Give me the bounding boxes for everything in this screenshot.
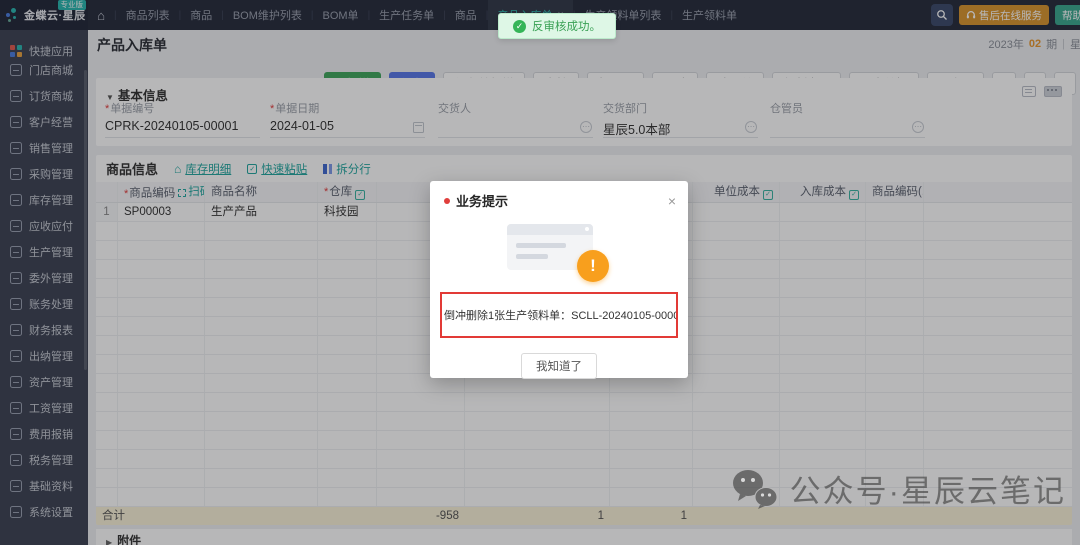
close-icon[interactable]: ×	[668, 194, 676, 208]
watermark: 公众号·星辰云笔记	[730, 466, 1066, 511]
acknowledge-button[interactable]: 我知道了	[521, 353, 597, 379]
red-dot-icon	[444, 198, 450, 204]
warning-exclamation-icon: !	[577, 250, 609, 282]
watermark-text: 公众号·星辰云笔记	[790, 466, 1066, 511]
success-check-icon: ✓	[513, 20, 526, 33]
success-toast: ✓ 反审核成功。	[498, 13, 616, 39]
wechat-icon	[730, 468, 780, 510]
dialog-title: 业务提示	[456, 191, 662, 210]
app-window: 金蝶云·星辰 专业版 ⌂ | 商品列表|商品|BOM维护列表|BOM单|生产任务…	[0, 0, 1080, 545]
dialog-message: 倒冲删除1张生产领料单：SCLL-20240105-00001	[440, 292, 678, 338]
toast-message: 反审核成功。	[532, 18, 601, 34]
business-prompt-dialog: 业务提示 × ! 倒冲删除1张生产领料单：SCLL-20240105-00001…	[430, 181, 688, 378]
notice-illustration: !	[493, 220, 625, 282]
